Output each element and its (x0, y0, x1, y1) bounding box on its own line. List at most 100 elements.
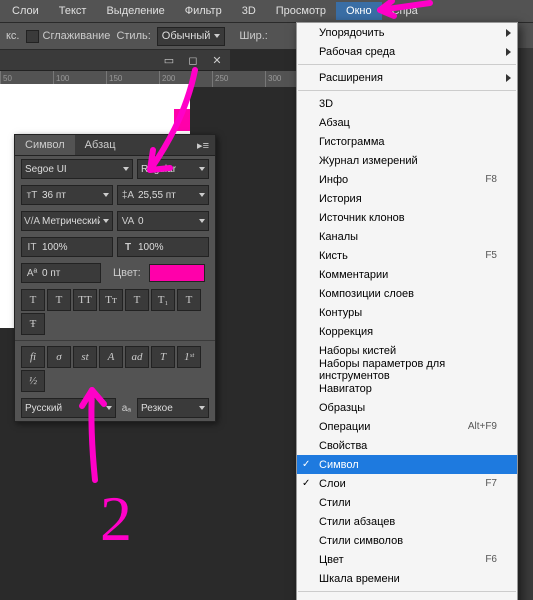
style-button[interactable]: Tт (99, 289, 123, 311)
menu-3d[interactable]: 3D (232, 2, 266, 20)
style-dropdown[interactable]: Обычный (157, 27, 226, 46)
color-swatch[interactable] (149, 264, 205, 282)
tab-paragraph[interactable]: Абзац (75, 135, 126, 155)
leading-icon: ‡A (121, 188, 135, 202)
check-icon: ✓ (302, 459, 310, 470)
vscale-icon: IT (25, 240, 39, 254)
aa-icon: aₐ (120, 403, 133, 414)
tracking-icon: VA (121, 214, 135, 228)
menu-item-кисть[interactable]: КистьF5 (297, 246, 517, 265)
menu-выделение[interactable]: Выделение (96, 2, 174, 20)
opentype-button[interactable]: ad (125, 346, 149, 368)
style-button[interactable]: Ŧ (21, 313, 45, 335)
menu-item-источник-клонов[interactable]: Источник клонов (297, 208, 517, 227)
suffix-label: кс. (6, 30, 20, 42)
menu-окно[interactable]: Окно (336, 2, 382, 20)
menu-item-операции[interactable]: ОперацииAlt+F9 (297, 417, 517, 436)
font-size-field[interactable]: тT36 пт (21, 185, 113, 205)
width-label: Шир.: (239, 30, 267, 42)
font-family-field[interactable]: Segoe UI (21, 159, 133, 179)
style-button[interactable]: TT (73, 289, 97, 311)
menu-item-журнал-измерений[interactable]: Журнал измерений (297, 151, 517, 170)
menu-item-инфо[interactable]: ИнфоF8 (297, 170, 517, 189)
style-button[interactable]: T (177, 289, 201, 311)
menu-item-слои[interactable]: ✓СлоиF7 (297, 474, 517, 493)
menu-item-комментарии[interactable]: Комментарии (297, 265, 517, 284)
font-weight-field[interactable]: Regular (137, 159, 209, 179)
document-window-controls: ▭ ◻ ✕ (0, 50, 230, 71)
minimize-icon[interactable]: ▭ (162, 54, 176, 67)
menu-item-история[interactable]: История (297, 189, 517, 208)
menu-item-свойства[interactable]: Свойства (297, 436, 517, 455)
opentype-button[interactable]: fi (21, 346, 45, 368)
kerning-field[interactable]: V/AМетрический (21, 211, 113, 231)
menu-item-стили[interactable]: Стили (297, 493, 517, 512)
style-label: Стиль: (116, 30, 150, 42)
opentype-button[interactable]: 1ˢᵗ (177, 346, 201, 368)
tracking-field[interactable]: VA0 (117, 211, 209, 231)
check-icon: ✓ (302, 478, 310, 489)
leading-field[interactable]: ‡A25,55 пт (117, 185, 209, 205)
menu-item-параметры[interactable]: ✓Параметры (297, 595, 517, 600)
style-button[interactable]: T (47, 289, 71, 311)
kerning-icon: V/A (25, 214, 39, 228)
hscale-icon: T (121, 240, 135, 254)
submenu-arrow-icon (506, 29, 511, 37)
color-label: Цвет: (113, 267, 141, 279)
menu-слои[interactable]: Слои (2, 2, 49, 20)
submenu-arrow-icon (506, 74, 511, 82)
menu-item-каналы[interactable]: Каналы (297, 227, 517, 246)
menu-просмотр[interactable]: Просмотр (266, 2, 336, 20)
language-field[interactable]: Русский (21, 398, 116, 418)
maximize-icon[interactable]: ◻ (186, 54, 200, 67)
menu-item-3d[interactable]: 3D (297, 94, 517, 113)
menu-item-расширения[interactable]: Расширения (297, 68, 517, 87)
panel-menu-icon[interactable]: ▸≡ (191, 139, 215, 152)
menu-item-шкала-времени[interactable]: Шкала времени (297, 569, 517, 588)
chevron-down-icon (214, 34, 220, 38)
menu-item-стили-абзацев[interactable]: Стили абзацев (297, 512, 517, 531)
antialias-field[interactable]: Резкое (137, 398, 209, 418)
menu-item-цвет[interactable]: ЦветF6 (297, 550, 517, 569)
style-button[interactable]: T (21, 289, 45, 311)
menu-item-символ[interactable]: ✓Символ (297, 455, 517, 474)
annotation-number-2: 2 (100, 483, 132, 554)
tab-character[interactable]: Символ (15, 135, 75, 155)
type-style-buttons: TTTTTтTT₁TŦ (15, 286, 215, 338)
smoothing-label: Сглаживание (43, 30, 111, 42)
baseline-icon: Aª (25, 266, 39, 280)
style-button[interactable]: T₁ (151, 289, 175, 311)
menu-фильтр[interactable]: Фильтр (175, 2, 232, 20)
menu-item-образцы[interactable]: Образцы (297, 398, 517, 417)
menu-item-композиции-слоев[interactable]: Композиции слоев (297, 284, 517, 303)
submenu-arrow-icon (506, 48, 511, 56)
menu-item-навигатор[interactable]: Навигатор (297, 379, 517, 398)
close-icon[interactable]: ✕ (210, 54, 224, 67)
menu-item-гистограмма[interactable]: Гистограмма (297, 132, 517, 151)
menu-спра[interactable]: Спра (382, 2, 428, 20)
menubar: СлоиТекстВыделениеФильтр3DПросмотрОкноСп… (0, 0, 533, 23)
opentype-button[interactable]: ½ (21, 370, 45, 392)
horizontal-scale-field[interactable]: T100% (117, 237, 209, 257)
panel-tabs: Символ Абзац ▸≡ (15, 135, 215, 156)
opentype-button[interactable]: σ (47, 346, 71, 368)
style-button[interactable]: T (125, 289, 149, 311)
menu-item-наборы-параметров-для-инструментов[interactable]: Наборы параметров для инструментов (297, 360, 517, 379)
character-panel[interactable]: Символ Абзац ▸≡ Segoe UI Regular тT36 пт… (14, 134, 216, 422)
selection-box (174, 109, 190, 131)
menu-item-стили-символов[interactable]: Стили символов (297, 531, 517, 550)
opentype-button[interactable]: T (151, 346, 175, 368)
menu-текст[interactable]: Текст (49, 2, 97, 20)
baseline-shift-field[interactable]: Aª0 пт (21, 263, 101, 283)
vertical-scale-field[interactable]: IT100% (21, 237, 113, 257)
menu-item-абзац[interactable]: Абзац (297, 113, 517, 132)
menu-item-контуры[interactable]: Контуры (297, 303, 517, 322)
window-menu-dropdown: УпорядочитьРабочая среда Расширения 3DАбза… (296, 22, 518, 600)
opentype-button[interactable]: st (73, 346, 97, 368)
smoothing-checkbox[interactable] (26, 30, 39, 43)
menu-item-коррекция[interactable]: Коррекция (297, 322, 517, 341)
opentype-button[interactable]: A (99, 346, 123, 368)
menu-item-упорядочить[interactable]: Упорядочить (297, 23, 517, 42)
right-panel-strip (516, 48, 533, 600)
menu-item-рабочая-среда[interactable]: Рабочая среда (297, 42, 517, 61)
